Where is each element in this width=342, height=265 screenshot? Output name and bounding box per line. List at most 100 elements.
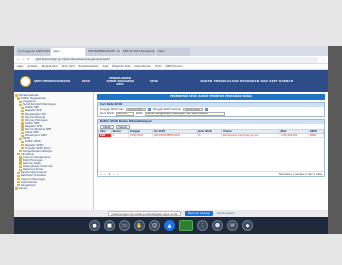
url-input[interactable]: sipd.kemendagri.go.id/penatausahaan/peng… [32,56,320,63]
main-content: PENERBITAN SP2D (SURAT PERINTAH PENCAIRA… [94,92,328,210]
camera-icon[interactable]: ■ [104,220,115,231]
bookmark[interactable]: Tools [155,65,161,68]
nav-item[interactable]: PENGELUARAN TAHUN ANGGARAN 2021 [98,77,142,86]
bookmark[interactable]: Kementerian [134,65,151,68]
search-section: Cari Data SP2D Tanggal SP2D Dari 01/01/2… [97,102,325,117]
folder-icon [19,103,22,106]
raise-hand-icon[interactable]: ✋ [134,220,145,231]
menu-icon[interactable]: ⋮ [322,58,325,61]
bottom-letterbox [0,234,342,265]
skpd-select[interactable]: Badan Pengelolaan Keuangan dan Aset Daer… [144,112,225,116]
table-cell: 1 [110,133,129,138]
folder-icon [19,100,22,103]
form-row: Jenis SP2D Semua SKPD Badan Pengelolaan … [98,112,324,117]
delete-button[interactable]: Hapus [115,124,130,129]
folder-icon [17,174,20,178]
browser-tab[interactable]: SIPD RI 2021 Penatausahaan [121,48,155,56]
last-page-icon[interactable]: » [117,173,119,176]
folder-icon [17,97,20,100]
browser-tab[interactable]: SIPD BIMBINGAN MD - Kota [86,48,120,56]
participant-thumbnail[interactable] [179,220,193,231]
sp2d-table: Aksi Nomor Tanggal No SP2D Jenis SP2D Ur… [98,129,324,138]
nav-item[interactable]: BPKD [74,80,98,83]
folder-icon [19,156,22,159]
hide-button[interactable]: Sembunyikan [217,212,235,215]
stop-sharing-button[interactable]: Berhenti berbagi [185,211,213,216]
prev-page-icon[interactable]: ‹ [105,173,106,176]
bookmark[interactable]: Aplikasi [27,65,37,68]
table-cell: 1.250.000.000 [278,133,309,138]
field-label: Tanggal SP2D Dari [100,107,124,111]
reactions-icon[interactable]: ☺ [149,220,160,231]
meeting-controls: ● ■ ▭ ✋ ☺ ▲ ⋮ ☻ ✉ ◆ [14,217,328,234]
folder-icon [17,181,20,184]
first-page-icon[interactable]: « [100,173,102,176]
activities-icon[interactable]: ◆ [242,220,253,231]
folder-icon [17,171,20,175]
table-cell: 15/01/2021 [127,133,154,138]
print-button[interactable]: Cetak [100,124,114,129]
table-cell: 0015/SP2D/BPKD/2021 [152,133,197,138]
file-icon [21,112,24,116]
browser-tab-strip: (2) Anggaran SKPD 2021 Apps SIPD BIMBING… [14,46,328,56]
file-icon [21,143,24,147]
menu-tree: Penatausahaan Daftar Pengeluaran Anggara… [14,92,94,210]
present-icon[interactable]: ▲ [164,220,175,231]
folder-icon [19,159,22,162]
folder-icon [19,137,22,140]
top-letterbox [0,0,342,46]
app-body: Penatausahaan Daftar Pengeluaran Anggara… [14,92,328,210]
list-section: Daftar SP2D Belum Ditandatangani Cetak H… [97,119,325,177]
bookmark[interactable]: Apps [17,65,23,68]
nav-item[interactable]: SP2D [142,80,166,83]
bookmark[interactable]: SIPD Provinsi [165,65,182,68]
browser-tab[interactable]: (2) Anggaran SKPD 2021 [16,48,50,56]
address-bar-row: ← → ⟳ sipd.kemendagri.go.id/penatausahaa… [14,56,328,64]
calendar-icon[interactable] [147,107,151,111]
folder-icon [19,162,22,165]
type-select[interactable]: Semua [115,112,134,116]
back-icon[interactable]: ← [17,58,19,61]
page-number[interactable]: 1 [109,173,111,176]
browser-tab[interactable]: Apps [156,48,190,56]
bookmark[interactable]: Aset [103,65,109,68]
bookmark[interactable]: Akun Sipd [62,65,75,68]
mic-icon[interactable]: ● [89,220,100,231]
captions-icon[interactable]: ▭ [119,220,130,231]
more-options-icon[interactable]: ⋮ [197,220,208,231]
file-icon [21,109,24,113]
field-label: Tanggal SP2D Sampai [152,107,182,111]
file-icon [21,128,24,131]
chat-icon[interactable]: ✉ [227,220,238,231]
next-page-icon[interactable]: › [113,173,114,176]
people-icon[interactable]: ☻ [212,220,223,231]
browser-tab[interactable]: Apps [51,48,85,56]
file-icon [21,140,24,144]
calendar-icon[interactable] [205,107,209,111]
table-cell: LS [195,133,222,138]
date-to-input[interactable]: 31/01/2021 [183,107,204,111]
date-from-input[interactable]: 01/01/2021 [125,107,146,111]
bookmark[interactable]: Tangkai Sipd [41,65,57,68]
folder-icon [15,94,18,97]
bookmark[interactable]: Penatausahaan [79,65,99,68]
edit-action-button[interactable]: Edit [98,133,112,138]
app-title: SIPD PENATAUSAHAAN [34,79,70,83]
pagination: « ‹ 1 › » Tampilkan 1 sampai 1 dari 1 da… [98,171,324,176]
file-icon [21,106,24,110]
field-label: SKPD [135,112,143,116]
screen-share-banner: meet.google.com sedang membagikan layar … [14,210,328,217]
file-icon [21,119,24,122]
bookmark[interactable]: Bappeda Kota [112,65,130,68]
field-label: Jenis SP2D [100,112,114,116]
folder-icon [17,153,20,156]
table-row[interactable]: Edit 1 15/01/2021 0015/SP2D/BPKD/2021 LS… [98,133,324,138]
folder-icon [19,165,22,168]
folder-icon [15,187,18,190]
table-cell: BPKD [308,133,324,138]
forward-icon[interactable]: → [22,58,24,61]
reload-icon[interactable]: ⟳ [27,58,29,61]
table-empty-area [98,138,324,171]
tree-item[interactable]: Keluar [15,187,92,190]
page-title: PENERBITAN SP2D (SURAT PERINTAH PENCAIRA… [97,94,325,100]
